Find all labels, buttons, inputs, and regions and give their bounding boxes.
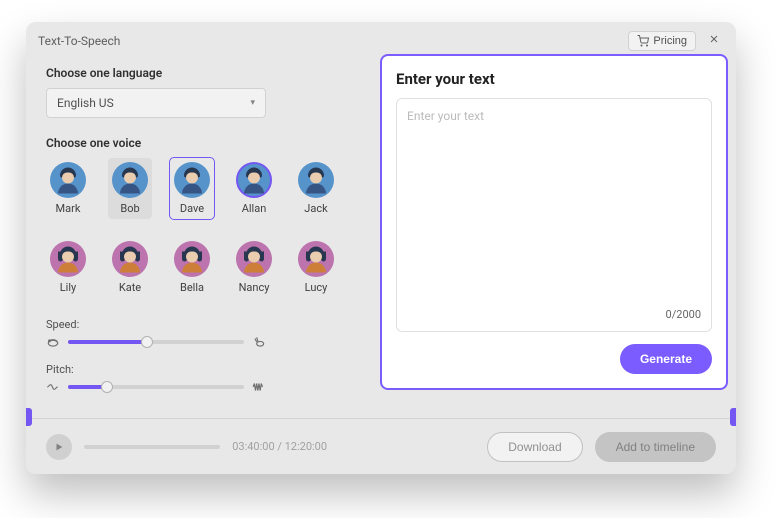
time-display: 03:40:00 / 12:20:00 [232,440,327,453]
footer: 03:40:00 / 12:20:00 Download Add to time… [26,418,736,474]
voice-option-bella[interactable]: Bella [170,237,214,298]
generate-button[interactable]: Generate [620,344,712,374]
voice-option-lucy[interactable]: Lucy [294,237,338,298]
voice-name: Jack [304,202,327,215]
avatar [236,162,272,198]
avatar [174,162,210,198]
turtle-icon [46,335,60,349]
voice-option-bob[interactable]: Bob [108,158,152,219]
avatar [112,241,148,277]
voice-name: Nancy [239,281,270,294]
voice-option-lily[interactable]: Lily [46,237,90,298]
play-button[interactable] [46,434,72,460]
text-area-wrapper: 0/2000 [396,98,712,332]
language-select[interactable]: English US ▾ [46,88,266,118]
cart-icon [637,35,649,47]
voice-name: Kate [119,281,141,294]
voice-name: Bella [180,281,204,294]
voice-name: Lucy [305,281,328,294]
chevron-down-icon: ▾ [250,98,255,108]
voice-option-dave[interactable]: Dave [170,158,214,219]
speed-slider[interactable] [68,340,244,344]
text-input[interactable] [407,109,701,308]
char-count: 0/2000 [407,308,701,321]
language-selected: English US [57,96,114,110]
panel-title: Enter your text [396,70,712,88]
avatar [236,241,272,277]
voice-name: Lily [60,281,76,294]
close-button[interactable] [704,31,724,51]
voice-option-allan[interactable]: Allan [232,158,276,219]
avatar [298,241,334,277]
pitch-label: Pitch: [46,363,266,376]
right-crop-handle[interactable] [730,408,736,426]
window-title: Text-To-Speech [38,34,120,48]
voice-option-jack[interactable]: Jack [294,158,338,219]
voice-option-nancy[interactable]: Nancy [232,237,276,298]
voice-grid: Mark Bob Dave Allan Jack Lily Kate Bella Nancy Lu… [46,158,386,298]
close-icon [708,33,720,45]
pricing-button[interactable]: Pricing [628,31,696,51]
voice-name: Dave [180,202,204,215]
voice-option-kate[interactable]: Kate [108,237,152,298]
avatar [50,162,86,198]
rabbit-icon [252,335,266,349]
add-timeline-button[interactable]: Add to timeline [595,432,716,462]
wave-high-icon [252,380,266,394]
pitch-slider[interactable] [68,385,244,389]
avatar [174,241,210,277]
text-entry-panel: Enter your text 0/2000 Generate [380,54,728,390]
speed-label: Speed: [46,318,266,331]
pitch-thumb[interactable] [101,381,113,393]
playback-timeline[interactable] [84,445,220,449]
download-button[interactable]: Download [487,432,582,462]
speed-thumb[interactable] [141,336,153,348]
voice-option-mark[interactable]: Mark [46,158,90,219]
wave-low-icon [46,380,60,394]
left-crop-handle[interactable] [26,408,32,426]
voice-name: Mark [56,202,81,215]
play-icon [54,442,64,452]
avatar [50,241,86,277]
avatar [112,162,148,198]
voice-name: Bob [120,202,139,215]
voice-name: Allan [242,202,267,215]
avatar [298,162,334,198]
